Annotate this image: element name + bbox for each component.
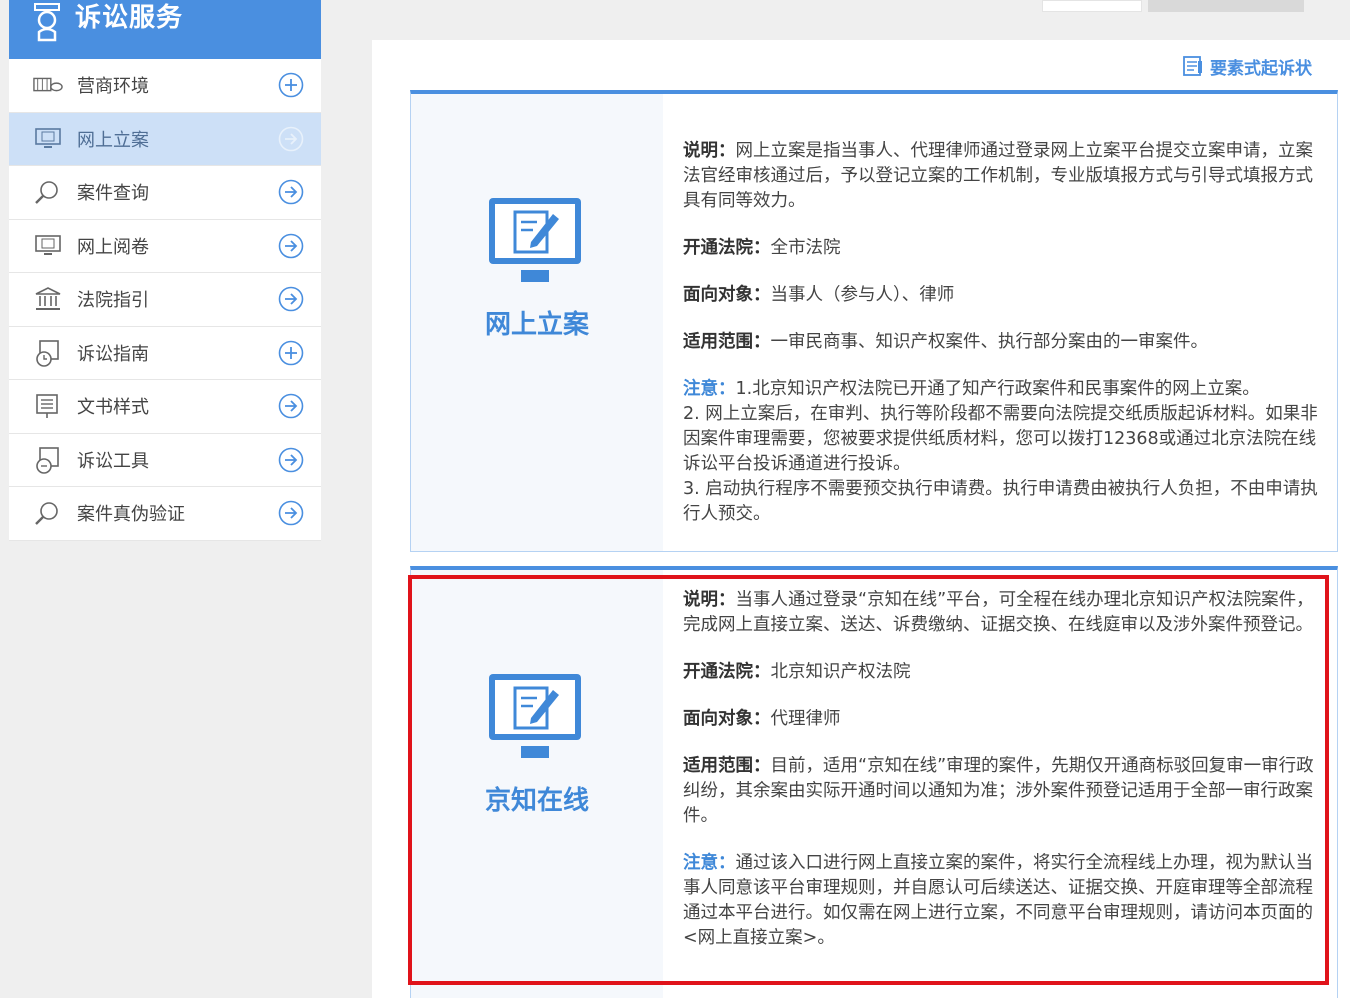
document-template-icon xyxy=(33,393,63,419)
sidebar-item-online-review[interactable]: 网上阅卷 xyxy=(9,219,321,273)
card-note: 注意：通过该入口进行网上直接立案的案件，将实行全流程线上办理，视为默认当事人同意… xyxy=(683,853,1313,948)
sidebar-item-case-verify[interactable]: 案件真伪验证 xyxy=(9,487,321,541)
sidebar-item-document-template[interactable]: 文书样式 xyxy=(9,380,321,434)
sidebar-item-label: 营商环境 xyxy=(77,76,149,98)
case-verify-icon xyxy=(33,500,63,526)
arrow-right-circle-icon[interactable] xyxy=(278,500,304,526)
monitor-edit-icon xyxy=(489,198,581,282)
sidebar-item-business[interactable]: 营商环境 xyxy=(9,59,321,113)
expand-plus-icon[interactable] xyxy=(278,340,304,366)
arrow-right-circle-icon[interactable] xyxy=(278,179,304,205)
sidebar-item-label: 网上立案 xyxy=(77,129,149,151)
top-action-button[interactable] xyxy=(1148,0,1304,12)
sidebar-item-label: 网上阅卷 xyxy=(77,236,149,258)
card-entry[interactable]: 京知在线 xyxy=(411,570,663,998)
litigation-tools-icon xyxy=(33,446,63,474)
card-details: 说明：网上立案是指当事人、代理律师通过登录网上立案平台提交立案申请，立案法官经审… xyxy=(683,139,1323,549)
arrow-right-circle-icon[interactable] xyxy=(278,233,304,259)
sidebar-item-litigation-guide[interactable]: 诉讼指南 xyxy=(9,326,321,380)
arrow-right-circle-icon[interactable] xyxy=(278,447,304,473)
card-description: 说明：网上立案是指当事人、代理律师通过登录网上立案平台提交立案申请，立案法官经审… xyxy=(683,141,1313,211)
sidebar-item-online-filing[interactable]: 网上立案 xyxy=(9,112,321,166)
online-review-icon xyxy=(33,233,63,259)
card-title[interactable]: 京知在线 xyxy=(411,780,663,817)
sidebar-item-label: 案件真伪验证 xyxy=(77,504,185,526)
card-court: 开通法院：北京知识产权法院 xyxy=(683,662,911,682)
business-icon xyxy=(33,72,63,98)
card-scope: 适用范围：目前，适用“京知在线”审理的案件，先期仅开通商标驳回复审一审行政纠纷，… xyxy=(683,756,1314,826)
document-icon xyxy=(1183,56,1202,76)
card-details: 说明：当事人通过登录“京知在线”平台，可全程在线办理北京知识产权法院案件，完成网… xyxy=(683,588,1323,973)
search-input[interactable] xyxy=(1042,0,1142,12)
expand-plus-icon[interactable] xyxy=(278,72,304,98)
sidebar-item-label: 案件查询 xyxy=(77,183,149,205)
sidebar-item-court-guide[interactable]: 法院指引 xyxy=(9,273,321,327)
card-entry[interactable]: 网上立案 xyxy=(411,94,663,551)
sidebar-header: 诉讼服务 xyxy=(9,0,321,59)
service-card-jingzhi-online: 京知在线 说明：当事人通过登录“京知在线”平台，可全程在线办理北京知识产权法院案… xyxy=(410,566,1338,998)
monitor-edit-icon xyxy=(489,674,581,758)
main-content: 要素式起诉状 网上立案 说明：网上立案是指当事人、代理律师通过登录网上立案平台提… xyxy=(372,40,1350,998)
card-note: 注意：1.北京知识产权法院已开通了知产行政案件和民事案件的网上立案。 2. 网上立… xyxy=(683,379,1318,524)
sidebar-item-label: 诉讼工具 xyxy=(77,450,149,472)
litigation-guide-icon xyxy=(33,339,63,367)
top-toolbar xyxy=(370,0,1350,14)
arrow-right-circle-icon[interactable] xyxy=(278,286,304,312)
sidebar-item-label: 法院指引 xyxy=(77,290,149,312)
litigation-service-icon xyxy=(34,2,60,41)
arrow-right-circle-icon[interactable] xyxy=(278,393,304,419)
online-filing-icon xyxy=(33,126,63,152)
court-guide-icon xyxy=(33,286,63,312)
card-target: 面向对象：代理律师 xyxy=(683,709,841,729)
card-court: 开通法院：全市法院 xyxy=(683,238,841,258)
sidebar-item-label: 诉讼指南 xyxy=(77,343,149,365)
card-scope: 适用范围：一审民商事、知识产权案件、执行部分案由的一审案件。 xyxy=(683,332,1208,352)
sidebar: 诉讼服务 营商环境 网上立案 案件查询 网上阅卷 法院指引 诉讼指南 文书样式 … xyxy=(9,0,321,541)
element-complaint-label: 要素式起诉状 xyxy=(1210,58,1312,79)
sidebar-item-case-search[interactable]: 案件查询 xyxy=(9,166,321,220)
arrow-right-circle-icon[interactable] xyxy=(278,126,304,152)
element-complaint-link[interactable]: 要素式起诉状 xyxy=(1182,54,1312,79)
card-description: 说明：当事人通过登录“京知在线”平台，可全程在线办理北京知识产权法院案件，完成网… xyxy=(683,590,1314,635)
card-target: 面向对象：当事人（参与人）、律师 xyxy=(683,285,955,305)
sidebar-item-litigation-tools[interactable]: 诉讼工具 xyxy=(9,433,321,487)
service-card-online-filing: 网上立案 说明：网上立案是指当事人、代理律师通过登录网上立案平台提交立案申请，立… xyxy=(410,90,1338,552)
card-title[interactable]: 网上立案 xyxy=(411,304,663,341)
case-search-icon xyxy=(33,179,63,205)
sidebar-item-label: 文书样式 xyxy=(77,397,149,419)
sidebar-title: 诉讼服务 xyxy=(75,3,184,33)
